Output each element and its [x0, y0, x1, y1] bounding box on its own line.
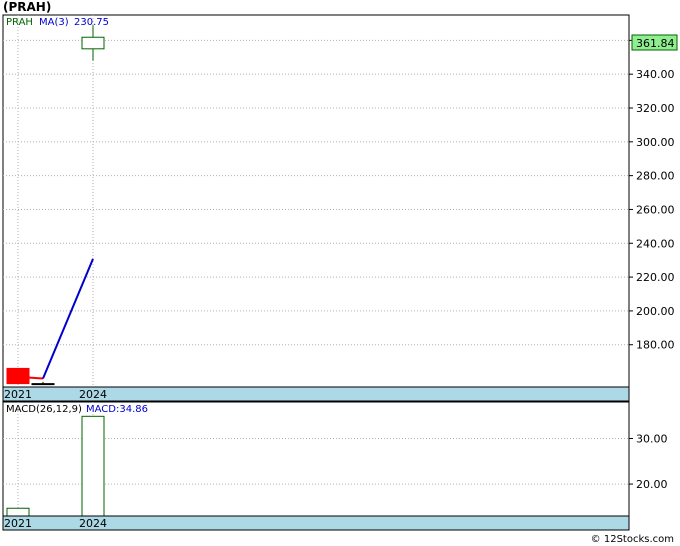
- macd-y-tick-label: 30.00: [636, 432, 668, 445]
- macd-x-tick-label: 2021: [4, 517, 32, 530]
- macd-y-tick-label: 20.00: [636, 478, 668, 491]
- price-y-tick-label: 180.00: [636, 339, 675, 352]
- legend-macd-value: MACD:34.86: [86, 404, 148, 415]
- price-panel: [2, 14, 630, 388]
- macd-x-tick-label: 2024: [79, 517, 107, 530]
- price-y-tick-label: 320.00: [636, 102, 675, 115]
- macd-bar: [6, 507, 30, 517]
- price-y-tick-label: 240.00: [636, 237, 675, 250]
- last-price-label: 361.84: [636, 37, 675, 50]
- legend-symbol: PRAH: [6, 17, 33, 28]
- stock-chart: 180.00 200.00 220.00 240.00 260.00 280.00 300.…: [2, 14, 678, 531]
- price-y-tick-label: 300.00: [636, 136, 675, 149]
- legend-ma-label: MA(3): [39, 17, 69, 28]
- candle-body: [31, 383, 55, 386]
- price-y-tick-label: 220.00: [636, 271, 675, 284]
- price-y-tick-label: 340.00: [636, 68, 675, 81]
- price-y-axis: 180.00 200.00 220.00 240.00 260.00 280.00 300.…: [629, 34, 675, 352]
- macd-bar: [81, 415, 105, 517]
- price-x-tick-label: 2024: [79, 388, 107, 401]
- price-y-tick-label: 200.00: [636, 305, 675, 318]
- candle-body: [6, 367, 30, 385]
- legend-ma-value: 230.75: [74, 17, 109, 28]
- candle-body: [81, 36, 105, 50]
- legend-macd-label: MACD(26,12,9): [6, 404, 82, 415]
- macd-y-axis: 20.00 30.00: [629, 432, 668, 491]
- price-y-tick-label: 260.00: [636, 203, 675, 216]
- price-y-tick-label: 280.00: [636, 170, 675, 183]
- price-x-tick-label: 2021: [4, 388, 32, 401]
- footer-credit: © 12Stocks.com: [590, 534, 674, 545]
